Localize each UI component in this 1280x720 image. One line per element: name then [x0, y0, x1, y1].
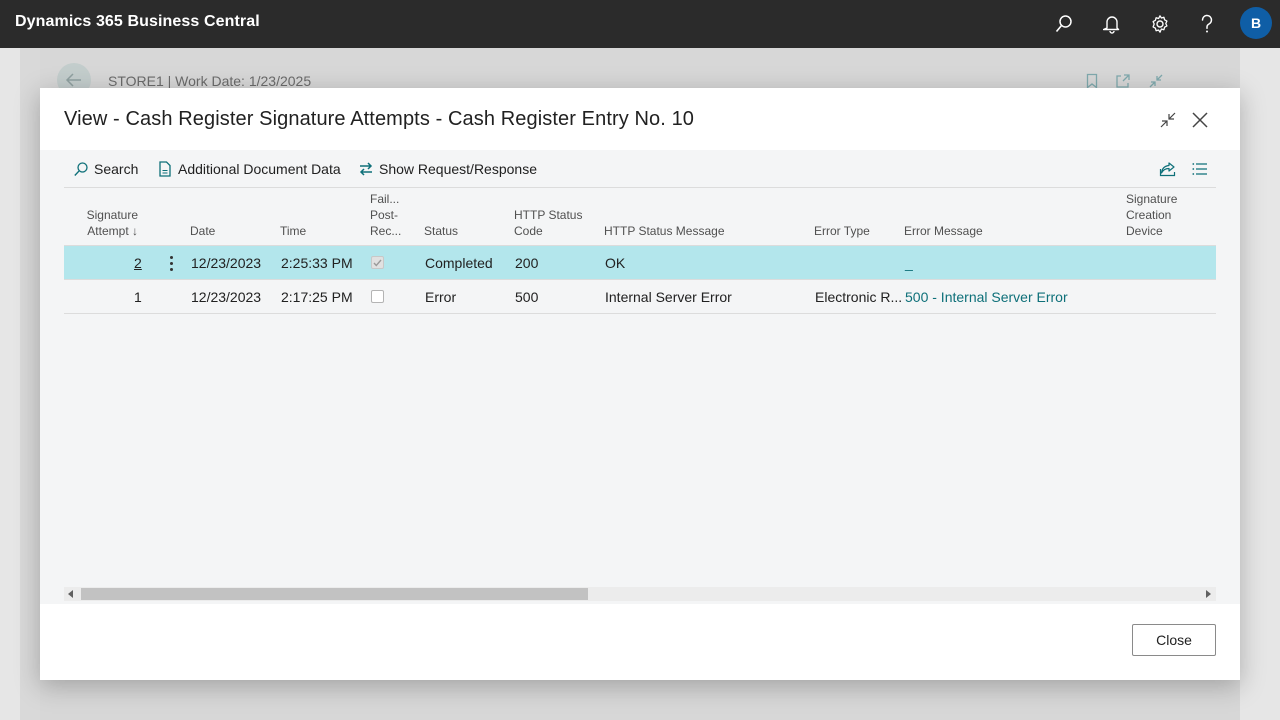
failed-post-receipt-checkbox[interactable] — [371, 256, 384, 269]
cell-http-status-code: 500 — [515, 289, 539, 305]
table-row[interactable]: 2 12/23/2023 2:25:33 PM Completed 200 OK… — [64, 246, 1216, 280]
dialog: View - Cash Register Signature Attempts … — [40, 88, 1240, 680]
cell-date: 12/23/2023 — [191, 289, 262, 305]
col-scd-line1: Signature — [1126, 192, 1178, 206]
swap-arrows-icon — [357, 160, 375, 178]
col-signature-attempt-line1: Signature — [86, 208, 138, 222]
col-failed-post-receipt[interactable]: Fail... Post- Rec... — [370, 191, 401, 239]
bell-icon[interactable] — [1098, 10, 1126, 38]
dialog-title: View - Cash Register Signature Attempts … — [64, 108, 695, 130]
app-bar: Dynamics 365 Business Central B — [0, 0, 1280, 48]
col-http-status-code[interactable]: HTTP Status Code — [514, 207, 582, 239]
cell-date: 12/23/2023 — [191, 255, 262, 271]
cell-time: 2:25:33 PM — [281, 255, 353, 271]
document-icon — [156, 160, 174, 178]
scroll-left-icon[interactable] — [67, 590, 75, 598]
search-action[interactable]: Search — [72, 160, 138, 178]
col-http-status-message[interactable]: HTTP Status Message — [604, 223, 725, 239]
col-signature-attempt-line2: Attempt — [87, 224, 129, 238]
col-date[interactable]: Date — [190, 223, 215, 239]
dialog-content: Search Additional Document Data Show Req… — [40, 150, 1240, 604]
background-header-text: STORE1 | Work Date: 1/23/2025 — [108, 73, 312, 89]
cell-attempt[interactable]: 1 — [134, 289, 142, 305]
cell-http-status-code: 200 — [515, 255, 539, 271]
search-icon — [72, 160, 90, 178]
show-request-response-action[interactable]: Show Request/Response — [357, 160, 537, 178]
show-request-response-label: Show Request/Response — [379, 161, 537, 177]
col-failed-post-line2: Post- — [370, 208, 399, 222]
search-action-label: Search — [94, 161, 139, 177]
col-failed-post-line3: Rec... — [370, 224, 402, 238]
col-error-message[interactable]: Error Message — [904, 223, 983, 239]
cell-status: Completed — [425, 255, 493, 271]
row-actions-icon[interactable] — [162, 253, 180, 273]
share-icon[interactable] — [1158, 159, 1178, 179]
help-icon[interactable] — [1193, 10, 1221, 38]
col-status[interactable]: Status — [424, 223, 458, 239]
table-row[interactable]: 1 12/23/2023 2:17:25 PM Error 500 Intern… — [64, 280, 1216, 314]
failed-post-receipt-checkbox[interactable] — [371, 290, 384, 303]
col-signature-creation-device[interactable]: Signature Creation Device — [1126, 191, 1177, 239]
search-icon[interactable] — [1050, 10, 1078, 38]
col-http-status-code-line2: Code — [514, 224, 543, 238]
collapse-dialog-icon[interactable] — [1156, 108, 1180, 132]
col-signature-attempt[interactable]: Signature Attempt ↓ — [82, 207, 138, 239]
cell-time: 2:17:25 PM — [281, 289, 353, 305]
additional-document-data-action[interactable]: Additional Document Data — [156, 160, 341, 178]
cell-http-status-message: OK — [605, 255, 626, 271]
col-error-type[interactable]: Error Type — [814, 223, 870, 239]
close-icon[interactable] — [1188, 108, 1212, 132]
close-button[interactable]: Close — [1132, 624, 1216, 656]
action-bar: Search Additional Document Data Show Req… — [64, 150, 1216, 188]
col-time[interactable]: Time — [280, 223, 306, 239]
list-view-icon[interactable] — [1190, 159, 1210, 179]
cell-error-type: Electronic R... — [815, 289, 903, 305]
col-scd-line3: Device — [1126, 224, 1163, 238]
gear-icon[interactable] — [1146, 10, 1174, 38]
cell-error-message[interactable]: 500 - Internal Server Error — [905, 289, 1068, 305]
cell-error-message[interactable]: _ — [905, 255, 913, 271]
app-title: Dynamics 365 Business Central — [15, 13, 260, 30]
cell-status: Error — [425, 289, 457, 305]
avatar[interactable]: B — [1240, 7, 1272, 39]
cell-http-status-message: Internal Server Error — [605, 289, 732, 305]
horizontal-scrollbar[interactable] — [64, 587, 1216, 601]
cell-attempt[interactable]: 2 — [134, 255, 142, 271]
scroll-right-icon[interactable] — [1204, 590, 1212, 598]
grid-header: Signature Attempt ↓ Date Time Fail... Po… — [64, 189, 1216, 246]
scrollbar-thumb[interactable] — [81, 588, 588, 600]
sort-desc-icon: ↓ — [132, 224, 138, 238]
col-http-status-code-line1: HTTP Status — [514, 208, 583, 222]
additional-document-data-label: Additional Document Data — [178, 161, 341, 177]
col-failed-post-line1: Fail... — [370, 192, 400, 206]
col-scd-line2: Creation — [1126, 208, 1172, 222]
